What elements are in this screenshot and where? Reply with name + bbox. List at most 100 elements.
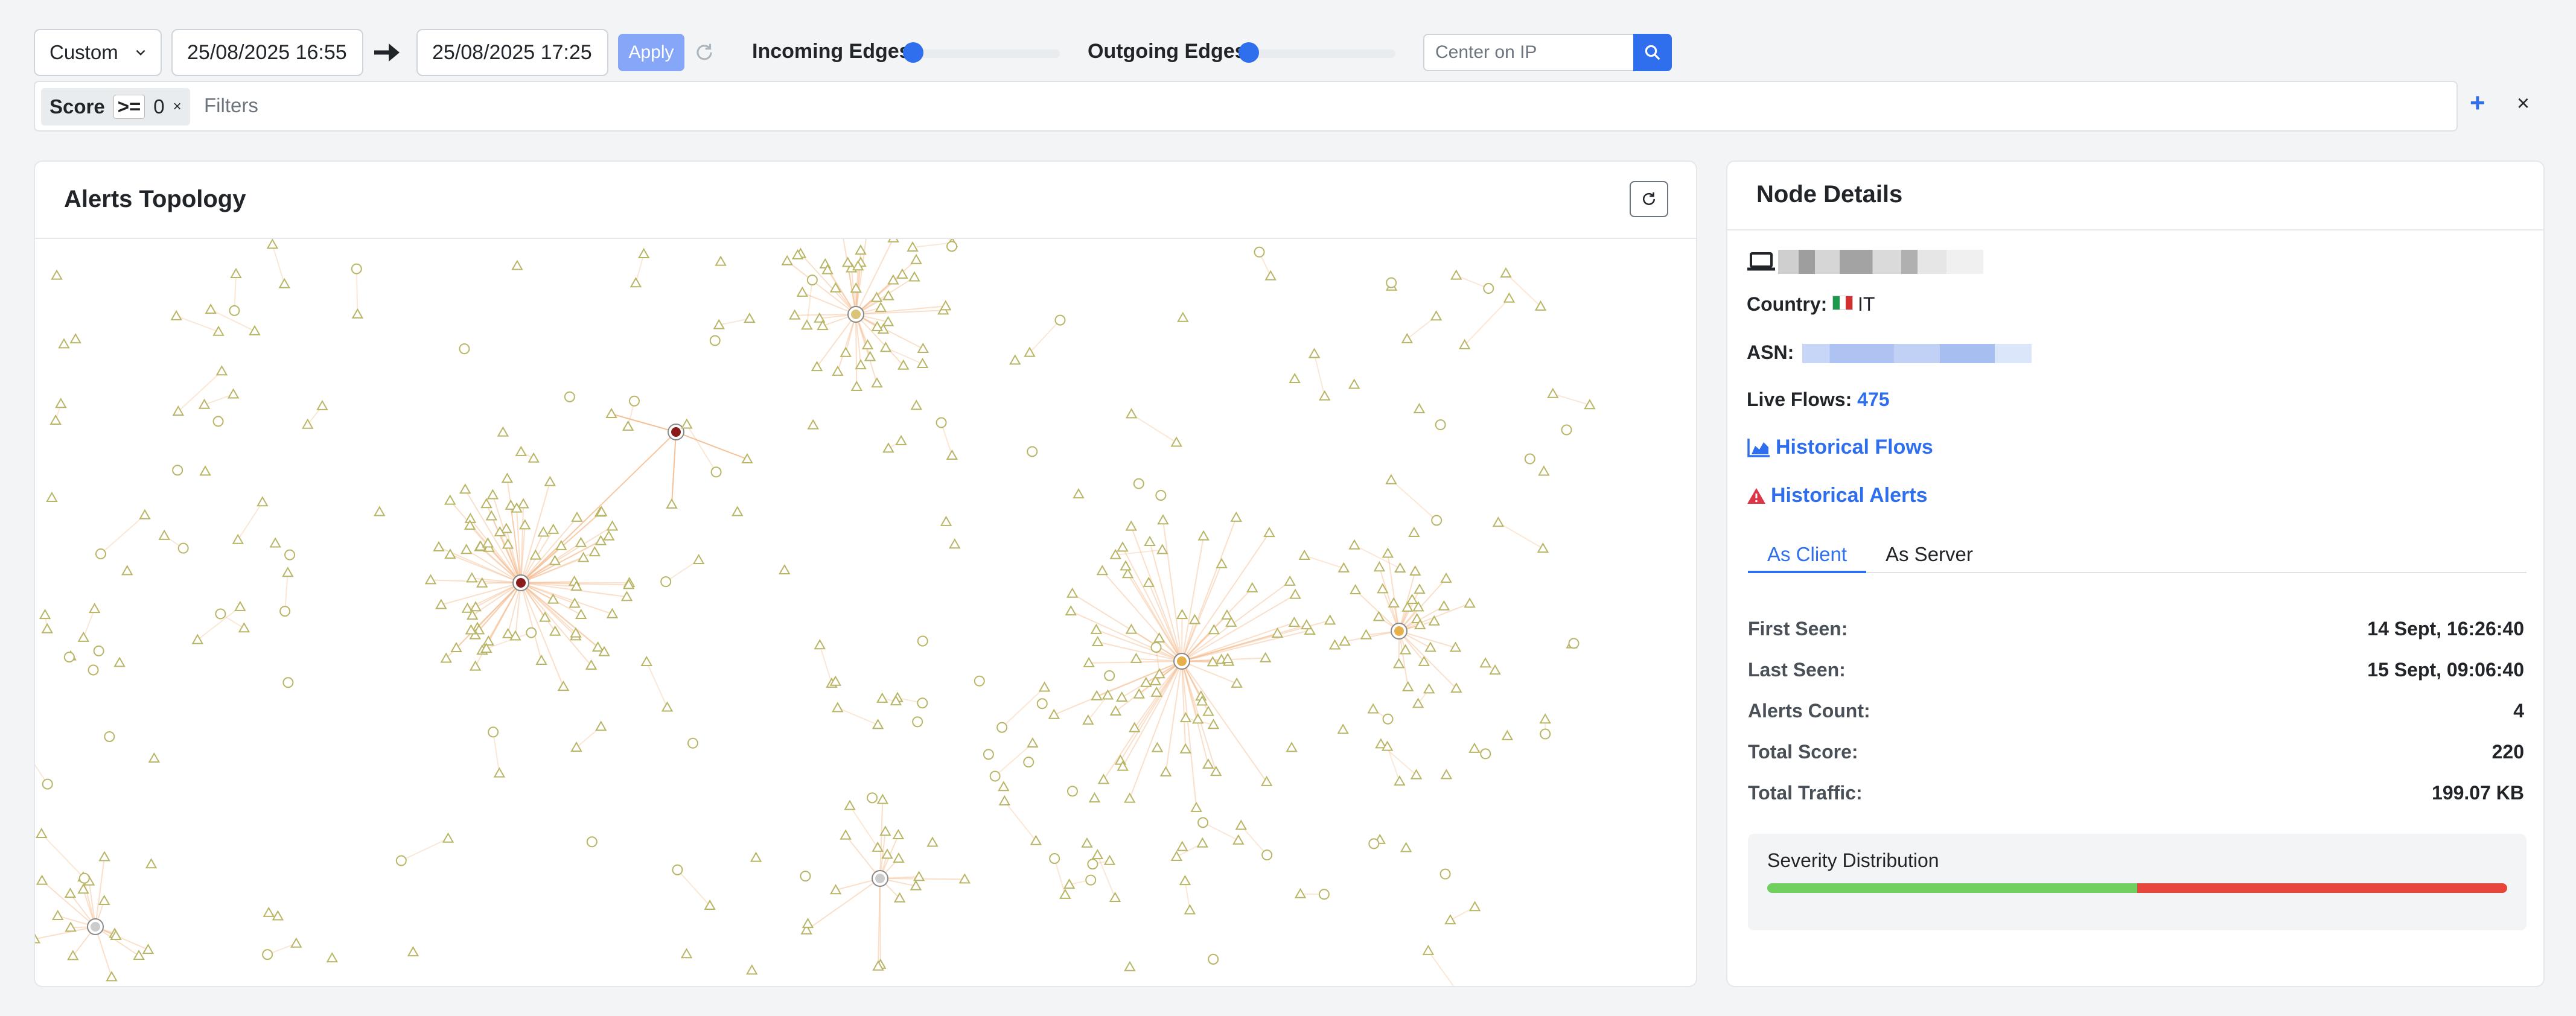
- server-node[interactable]: [1468, 901, 1481, 912]
- server-node[interactable]: [1157, 514, 1169, 525]
- client-node[interactable]: [1524, 453, 1535, 465]
- client-node[interactable]: [1254, 246, 1265, 258]
- server-node[interactable]: [1260, 775, 1273, 786]
- server-node[interactable]: [1231, 677, 1243, 688]
- historical-alerts-link[interactable]: Historical Alerts: [1747, 484, 1928, 507]
- server-node[interactable]: [433, 541, 445, 551]
- server-node[interactable]: [1298, 549, 1310, 560]
- server-node[interactable]: [1176, 840, 1188, 851]
- server-node[interactable]: [1038, 681, 1051, 692]
- client-node[interactable]: [917, 635, 928, 647]
- server-node[interactable]: [840, 829, 852, 840]
- server-node[interactable]: [1065, 605, 1077, 616]
- server-node[interactable]: [77, 631, 90, 642]
- server-node[interactable]: [841, 256, 854, 267]
- server-node[interactable]: [501, 472, 514, 483]
- server-node[interactable]: [555, 539, 567, 550]
- server-node[interactable]: [1373, 561, 1386, 572]
- server-node[interactable]: [1156, 544, 1168, 554]
- server-node[interactable]: [36, 874, 48, 885]
- server-node[interactable]: [1367, 703, 1379, 714]
- client-node[interactable]: [279, 606, 291, 617]
- client-node[interactable]: [488, 726, 499, 738]
- server-node[interactable]: [801, 319, 813, 330]
- client-node[interactable]: [351, 263, 362, 275]
- clear-filters-button[interactable]: ×: [2517, 90, 2530, 116]
- server-node[interactable]: [588, 546, 601, 557]
- server-node[interactable]: [605, 407, 617, 418]
- server-node[interactable]: [39, 609, 51, 620]
- server-node[interactable]: [282, 567, 294, 577]
- server-node[interactable]: [850, 381, 863, 392]
- server-node[interactable]: [232, 533, 244, 544]
- server-node[interactable]: [1430, 310, 1443, 321]
- server-node[interactable]: [998, 795, 1011, 805]
- server-node[interactable]: [1125, 408, 1138, 419]
- client-node[interactable]: [1540, 728, 1551, 740]
- server-node[interactable]: [1222, 652, 1234, 663]
- client-node[interactable]: [660, 576, 672, 588]
- server-node[interactable]: [1440, 769, 1453, 779]
- server-node[interactable]: [374, 506, 386, 516]
- server-node[interactable]: [1125, 520, 1137, 531]
- client-node[interactable]: [989, 770, 1001, 782]
- server-node[interactable]: [781, 255, 793, 265]
- client-node[interactable]: [564, 391, 575, 402]
- server-node[interactable]: [1170, 436, 1182, 447]
- server-node[interactable]: [1090, 623, 1103, 634]
- server-node[interactable]: [1097, 773, 1110, 784]
- client-node[interactable]: [1318, 889, 1330, 900]
- client-node[interactable]: [284, 549, 296, 560]
- client-node[interactable]: [1150, 641, 1162, 653]
- server-node[interactable]: [106, 971, 118, 982]
- client-node[interactable]: [672, 864, 683, 875]
- client-node[interactable]: [516, 578, 526, 588]
- server-node[interactable]: [133, 950, 145, 960]
- server-node[interactable]: [518, 519, 531, 530]
- server-node[interactable]: [595, 720, 607, 731]
- server-node[interactable]: [1190, 801, 1202, 812]
- server-node[interactable]: [64, 887, 77, 898]
- client-node[interactable]: [262, 949, 273, 960]
- time-range-select[interactable]: Custom: [34, 29, 162, 76]
- server-node[interactable]: [88, 603, 101, 614]
- server-node[interactable]: [1130, 652, 1143, 663]
- client-node[interactable]: [1054, 314, 1066, 326]
- server-node[interactable]: [1140, 676, 1152, 687]
- server-node[interactable]: [316, 399, 328, 410]
- server-node[interactable]: [1444, 914, 1456, 925]
- server-node[interactable]: [637, 247, 650, 258]
- server-node[interactable]: [892, 828, 905, 839]
- server-node[interactable]: [1289, 373, 1301, 384]
- search-button[interactable]: [1633, 34, 1672, 71]
- client-node[interactable]: [215, 608, 226, 620]
- server-node[interactable]: [1538, 465, 1550, 476]
- server-node[interactable]: [1179, 712, 1192, 723]
- server-node[interactable]: [1284, 575, 1296, 586]
- client-node[interactable]: [93, 645, 104, 656]
- server-node[interactable]: [577, 551, 590, 562]
- client-node[interactable]: [800, 871, 811, 882]
- server-node[interactable]: [680, 948, 693, 959]
- client-node[interactable]: [1177, 656, 1187, 666]
- client-node[interactable]: [1394, 626, 1404, 636]
- server-node[interactable]: [887, 239, 899, 243]
- server-node[interactable]: [1428, 615, 1440, 626]
- server-node[interactable]: [272, 910, 284, 921]
- server-node[interactable]: [1153, 632, 1165, 643]
- server-node[interactable]: [910, 399, 923, 410]
- server-node[interactable]: [832, 702, 844, 713]
- client-node[interactable]: [1480, 748, 1491, 760]
- server-node[interactable]: [1048, 708, 1060, 719]
- client-node[interactable]: [912, 716, 923, 728]
- server-node[interactable]: [1027, 737, 1039, 748]
- server-node[interactable]: [840, 346, 852, 357]
- server-node[interactable]: [1184, 904, 1196, 915]
- client-node[interactable]: [946, 241, 958, 252]
- server-node[interactable]: [876, 692, 888, 703]
- server-node[interactable]: [290, 937, 302, 948]
- server-node[interactable]: [1159, 766, 1172, 776]
- live-flows-value[interactable]: 475: [1857, 389, 1889, 410]
- server-node[interactable]: [1124, 960, 1136, 971]
- server-node[interactable]: [145, 858, 158, 869]
